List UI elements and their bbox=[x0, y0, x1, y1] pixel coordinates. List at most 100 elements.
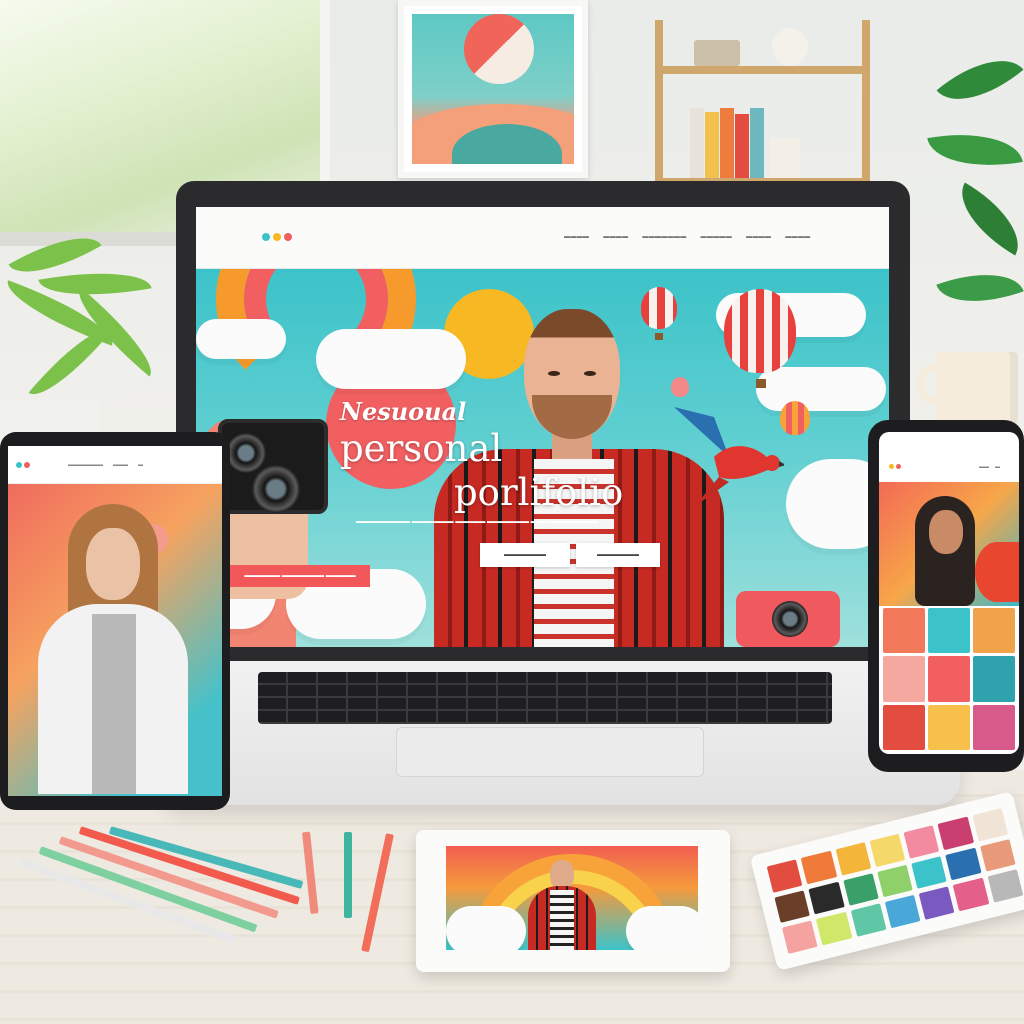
poster-sun bbox=[464, 14, 534, 84]
nav-link[interactable]: ▬▬ bbox=[979, 464, 989, 470]
gallery-tile[interactable] bbox=[928, 656, 970, 702]
nav-link[interactable]: ▬▬▬▬ bbox=[603, 234, 628, 240]
nav-link[interactable]: ▬▬▬▬▬▬▬ bbox=[642, 234, 686, 240]
red-wings bbox=[975, 542, 1019, 602]
book bbox=[735, 114, 749, 178]
phone-logo[interactable] bbox=[889, 464, 901, 469]
logo-dot bbox=[889, 464, 894, 469]
book bbox=[720, 108, 734, 178]
paint-swatch bbox=[987, 869, 1024, 903]
paint-swatch bbox=[766, 859, 803, 893]
gallery-tile[interactable] bbox=[973, 656, 1015, 702]
paint-swatch bbox=[911, 855, 948, 890]
books bbox=[690, 104, 800, 178]
hero-eyebrow: Nesuoual bbox=[340, 397, 467, 426]
gallery-tile[interactable] bbox=[928, 704, 970, 750]
paint-swatch bbox=[884, 895, 921, 929]
paint-swatch bbox=[972, 808, 1008, 842]
nav-link[interactable]: ▬ bbox=[138, 462, 143, 468]
logo-dot bbox=[273, 233, 281, 241]
paint-swatch bbox=[937, 816, 974, 850]
red-bird bbox=[674, 407, 784, 507]
paint-swatch bbox=[869, 833, 906, 867]
leaf bbox=[927, 122, 1023, 178]
paint-swatch bbox=[800, 850, 837, 884]
plant-left bbox=[0, 210, 180, 430]
nav-link[interactable]: ▬▬▬▬ bbox=[746, 234, 771, 240]
paint-swatch bbox=[850, 903, 887, 937]
paint-swatch bbox=[842, 872, 879, 907]
balloon-basket bbox=[756, 379, 766, 388]
mug bbox=[936, 352, 1018, 428]
gallery-tile[interactable] bbox=[973, 704, 1015, 750]
cloud bbox=[446, 906, 526, 950]
shelf-camera bbox=[694, 40, 740, 66]
paint-swatch bbox=[782, 920, 818, 954]
paint-swatch bbox=[816, 912, 853, 946]
grey-top bbox=[92, 614, 136, 794]
frame-art bbox=[446, 846, 698, 950]
phone-gallery-grid bbox=[883, 608, 1015, 750]
laptop-trackpad bbox=[396, 727, 704, 777]
book bbox=[750, 108, 764, 178]
nav-links: ▬▬▬▬ ▬▬▬▬ ▬▬▬▬▬▬▬ ▬▬▬▬▬ ▬▬▬▬ ▬▬▬▬ bbox=[564, 234, 810, 240]
paint-swatch bbox=[903, 825, 940, 859]
wall-poster bbox=[398, 0, 588, 178]
site-navbar: ▬▬▬▬ ▬▬▬▬ ▬▬▬▬▬▬▬ ▬▬▬▬▬ ▬▬▬▬ ▬▬▬▬ bbox=[196, 207, 889, 269]
camera-lens bbox=[772, 601, 808, 637]
book bbox=[690, 108, 704, 178]
paint-swatch bbox=[774, 889, 811, 924]
hero-tagline: ▬▬▬▬▬▬▬▬▬ ▬▬▬▬▬▬▬ ▬▬▬▬▬ ▬▬▬▬▬▬▬ ▬▬▬ ▬▬▬▬… bbox=[356, 519, 599, 525]
nav-link[interactable]: ▬▬▬▬▬▬▬ bbox=[68, 462, 103, 468]
eye bbox=[548, 371, 560, 376]
logo-dot bbox=[896, 464, 901, 469]
tablet: ▬▬▬▬▬▬▬ ▬▬▬ ▬ bbox=[0, 432, 230, 810]
hero-cta-button[interactable]: ▬▬▬▬▬▬ ▬▬▬▬▬▬▬ ▬▬▬▬▬ bbox=[230, 565, 370, 587]
phone-hero bbox=[879, 482, 1019, 606]
cloud bbox=[196, 319, 286, 359]
nav-link[interactable]: ▬▬▬▬ bbox=[785, 234, 810, 240]
cloud bbox=[626, 906, 698, 950]
tablet-logo[interactable] bbox=[16, 462, 30, 468]
hero-title-line-1: personal bbox=[340, 427, 503, 470]
gallery-tile[interactable] bbox=[928, 608, 970, 654]
phone-screen: ▬▬ ▬ bbox=[879, 432, 1019, 754]
leaf bbox=[945, 182, 1024, 256]
gallery-tile[interactable] bbox=[973, 608, 1015, 654]
vintage-camera bbox=[218, 419, 328, 514]
hot-air-balloon bbox=[724, 289, 796, 373]
camera-lens bbox=[252, 465, 300, 513]
nav-link[interactable]: ▬ bbox=[995, 464, 1000, 470]
red-camera bbox=[736, 591, 840, 647]
paint-swatch bbox=[945, 847, 982, 881]
leaf bbox=[936, 257, 1024, 319]
woman-portrait bbox=[38, 504, 188, 794]
paint-swatch bbox=[953, 878, 990, 912]
gallery-tile[interactable] bbox=[883, 656, 925, 702]
logo-dot bbox=[262, 233, 270, 241]
pencil bbox=[344, 832, 352, 918]
shelf-figurine bbox=[772, 28, 808, 66]
scene: ▬▬▬▬ ▬▬▬▬ ▬▬▬▬▬▬▬ ▬▬▬▬▬ ▬▬▬▬ ▬▬▬▬ Nesuou… bbox=[0, 0, 1024, 1024]
gallery-tile[interactable] bbox=[883, 608, 925, 654]
logo-dot bbox=[16, 462, 22, 468]
paint-swatch bbox=[808, 881, 845, 915]
tablet-nav-links: ▬▬▬▬▬▬▬ ▬▬▬ ▬ bbox=[68, 462, 143, 468]
tablet-navbar: ▬▬▬▬▬▬▬ ▬▬▬ ▬ bbox=[8, 446, 222, 484]
plant-right bbox=[927, 38, 1024, 370]
nav-link[interactable]: ▬▬▬ bbox=[113, 462, 128, 468]
hero-section: Nesuoual personal porlifolio ▬▬▬▬▬▬▬▬▬ ▬… bbox=[196, 269, 889, 647]
poster-art bbox=[412, 14, 574, 164]
site-logo[interactable] bbox=[262, 233, 292, 241]
hero-button-primary[interactable]: ▬▬▬▬▬▬▬ bbox=[480, 543, 570, 567]
nav-link[interactable]: ▬▬▬▬ bbox=[564, 234, 589, 240]
beard bbox=[532, 395, 612, 439]
logo-dot bbox=[284, 233, 292, 241]
laptop-screen: ▬▬▬▬ ▬▬▬▬ ▬▬▬▬▬▬▬ ▬▬▬▬▬ ▬▬▬▬ ▬▬▬▬ Nesuou… bbox=[196, 207, 889, 647]
nav-link[interactable]: ▬▬▬▬▬ bbox=[701, 234, 733, 240]
face bbox=[524, 309, 620, 439]
logo-dot bbox=[24, 462, 30, 468]
gallery-tile[interactable] bbox=[883, 704, 925, 750]
hero-button-secondary[interactable]: ▬▬▬▬▬▬▬ bbox=[576, 543, 660, 567]
face bbox=[929, 510, 963, 554]
